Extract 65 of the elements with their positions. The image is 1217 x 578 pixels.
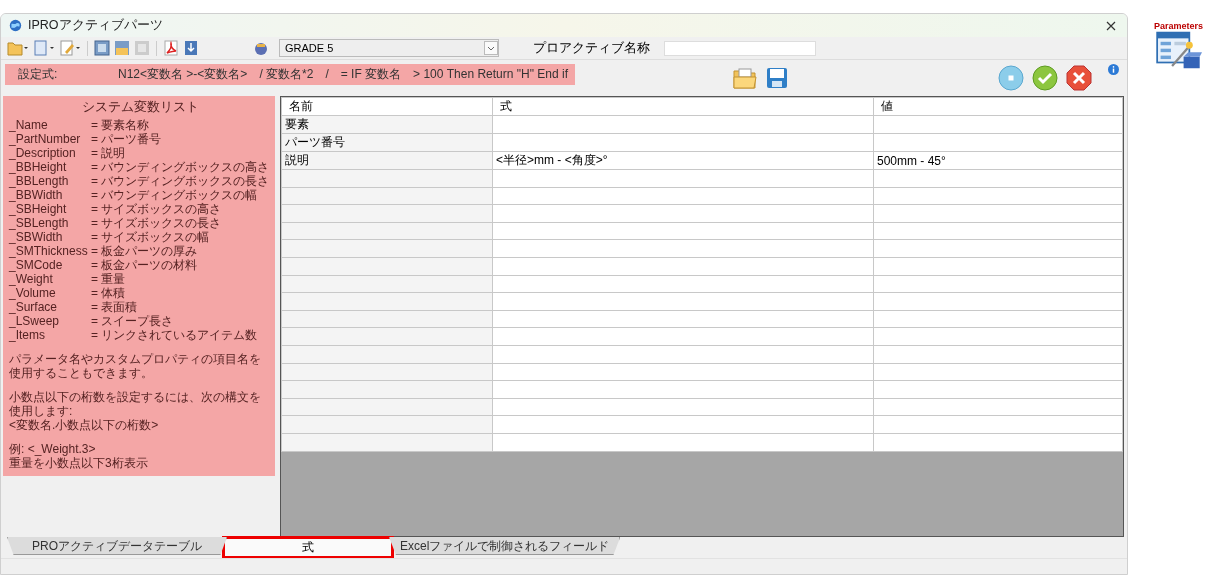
formula-label: 設定式:	[17, 65, 59, 83]
variable-description: = 板金パーツの厚み	[91, 244, 199, 258]
variable-name: _SMCode	[9, 258, 64, 272]
variable-name: _Surface	[9, 300, 59, 314]
variable-name: _BBHeight	[9, 160, 68, 174]
close-icon	[1106, 20, 1116, 31]
variable-name: _Weight	[9, 272, 54, 286]
variable-name: _Name	[9, 118, 49, 132]
cancel-button[interactable]	[1066, 65, 1092, 91]
variable-name: _PartNumber	[9, 132, 82, 146]
caret-icon[interactable]	[484, 41, 498, 55]
variable-description: = 表面積	[91, 300, 138, 314]
variable-description: = サイズボックスの長さ	[91, 216, 223, 230]
variable-description: = サイズボックスの高さ	[91, 202, 223, 216]
variable-name: _Description	[9, 146, 77, 160]
variable-name: _BBWidth	[9, 188, 64, 202]
variable-description: = 要素名称	[91, 118, 151, 132]
help-text: 小数点以下の桁数を設定するには、次の構文を使用します: <変数名.小数点以下の桁数>	[9, 390, 262, 432]
variable-name: _Items	[9, 328, 46, 342]
info-icon[interactable]	[1108, 64, 1119, 75]
variable-name: _BBLength	[9, 174, 70, 188]
folder-icon[interactable]	[733, 67, 757, 89]
variable-name: _SBWidth	[9, 230, 64, 244]
help-text: 例: <_Weight.3> 重量を小数点以下3桁表示	[9, 442, 149, 470]
variable-name: _LSweep	[9, 314, 61, 328]
help-text: パラメータ名やカスタムプロパティの項目名を使用することもできます。	[9, 352, 262, 380]
tab[interactable]: PROアクティブデータテーブル	[7, 537, 227, 555]
name-field[interactable]	[664, 40, 816, 56]
variable-name: _SBHeight	[9, 202, 68, 216]
variable-name: _Volume	[9, 286, 57, 300]
column-header[interactable]: 名前	[281, 97, 493, 116]
variable-description: = 体積	[91, 286, 127, 300]
edit-icon[interactable]	[59, 40, 81, 56]
variable-description: = リンクされているアイテム数	[91, 328, 259, 342]
grade-dropdown[interactable]: GRADE 5	[279, 39, 499, 57]
confirm-button[interactable]	[1032, 65, 1058, 91]
variable-description: = バウンディングボックスの高さ	[91, 160, 271, 174]
tab[interactable]: Excelファイルで制御されるフィールド	[389, 537, 621, 555]
variable-description: = サイズボックスの幅	[91, 230, 211, 244]
variable-description: = パーツ番号	[91, 132, 163, 146]
column-header[interactable]: 式	[492, 97, 874, 116]
variable-list-title: システム変数リスト	[80, 99, 200, 116]
variable-description: = スイープ長さ	[91, 314, 175, 328]
document-icon[interactable]	[33, 40, 55, 56]
variable-name: _SBLength	[9, 216, 70, 230]
formula-text: N12<変数名 >-<変数名> / 変数名*2 / = IF 変数名 > 100 Then Return "H" End if	[118, 65, 568, 83]
parameters-icon[interactable]	[1155, 31, 1202, 71]
stop-button[interactable]	[998, 65, 1024, 91]
pdf-icon[interactable]	[163, 40, 179, 56]
variable-name: _SMThickness	[9, 244, 89, 258]
open-folder-icon[interactable]	[7, 40, 29, 56]
parameters-label[interactable]: Parameters	[1154, 21, 1204, 31]
column-header[interactable]: 値	[873, 97, 1123, 116]
variable-description: = 説明	[91, 146, 127, 160]
variable-description: = 板金パーツの材料	[91, 258, 199, 272]
variable-description: = バウンディングボックスの長さ	[91, 174, 271, 188]
image-icon[interactable]	[94, 40, 110, 56]
name-label: プロアクティブ名称	[533, 39, 650, 57]
variable-description: = 重量	[91, 272, 127, 286]
tab[interactable]: 式	[223, 537, 393, 558]
save-icon[interactable]	[765, 67, 789, 89]
globe-icon	[9, 19, 22, 32]
download-icon[interactable]	[183, 40, 199, 56]
variable-description: = バウンディングボックスの幅	[91, 188, 259, 202]
window-title: IPROアクティブパーツ	[28, 17, 163, 34]
